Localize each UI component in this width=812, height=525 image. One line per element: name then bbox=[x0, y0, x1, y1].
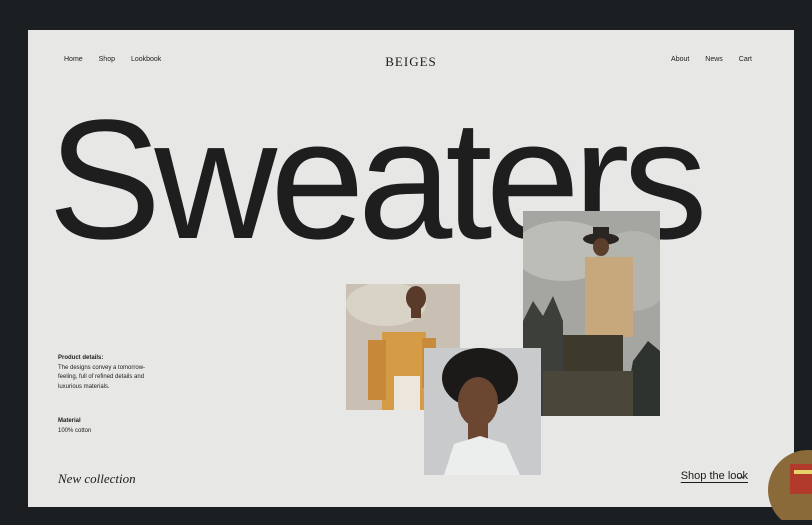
secondary-nav: About News Cart bbox=[657, 56, 752, 63]
product-details-heading: Product details: bbox=[58, 355, 104, 361]
model-photo-hat-outdoor[interactable] bbox=[523, 211, 660, 416]
video-thumbnail-corner bbox=[768, 440, 812, 525]
nav-about-link[interactable]: About bbox=[671, 56, 689, 63]
nav-cart-link[interactable]: Cart bbox=[739, 56, 752, 63]
product-details: Product details: The designs convey a to… bbox=[58, 354, 158, 392]
material-text: 100% cotton bbox=[58, 427, 92, 434]
new-collection-label: New collection bbox=[58, 471, 136, 486]
arrow-right-icon[interactable]: → bbox=[735, 470, 746, 482]
nav-news-link[interactable]: News bbox=[705, 56, 723, 63]
landing-page: Home Shop Lookbook BEIGES About News Car… bbox=[28, 30, 794, 507]
material-info: Material 100% cotton bbox=[58, 417, 91, 436]
model-photo-portrait[interactable] bbox=[424, 348, 541, 475]
material-heading: Material bbox=[58, 418, 81, 424]
product-details-text: The designs convey a tomorrow-feeling, f… bbox=[58, 364, 146, 390]
